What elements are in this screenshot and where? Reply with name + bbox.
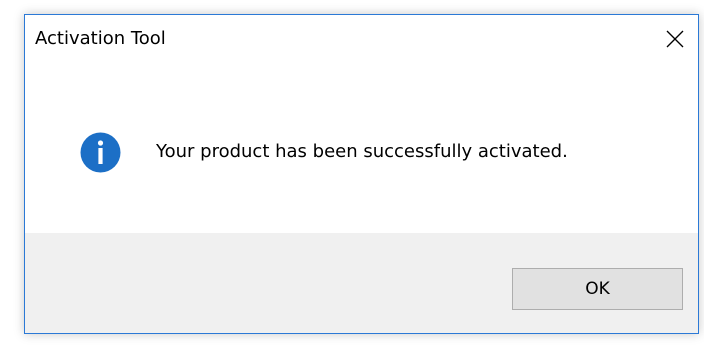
screen: Activation Tool Your product has been su… (0, 0, 704, 347)
close-icon (666, 30, 684, 48)
dialog-window: Activation Tool Your product has been su… (24, 14, 699, 334)
close-button[interactable] (652, 15, 698, 63)
dialog-content: Your product has been successfully activ… (25, 67, 698, 233)
window-title: Activation Tool (35, 28, 166, 49)
message-text: Your product has been successfully activ… (156, 141, 568, 162)
ok-button[interactable]: OK (512, 268, 683, 310)
title-bar[interactable]: Activation Tool (25, 15, 698, 67)
info-icon (80, 132, 121, 173)
button-bar: OK (25, 233, 698, 333)
